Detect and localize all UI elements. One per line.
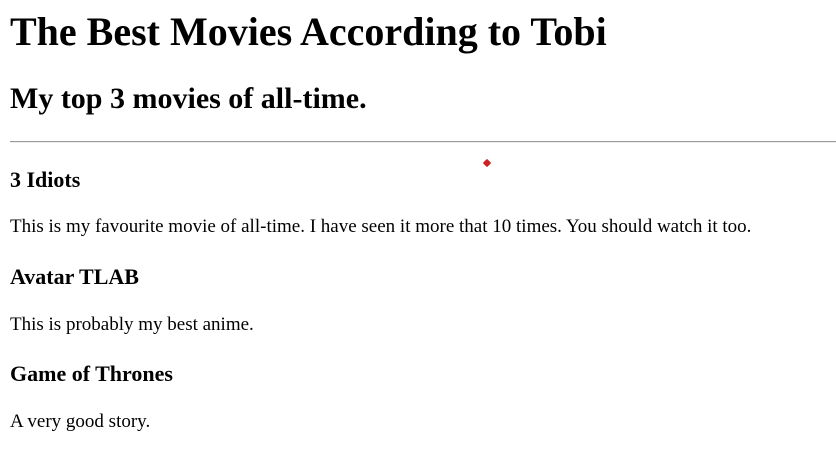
- page: The Best Movies According to Tobi My top…: [0, 0, 836, 457]
- movie-description-game-of-thrones: A very good story.: [10, 411, 151, 432]
- page-title: The Best Movies According to Tobi: [10, 9, 607, 54]
- cursor-marker-icon: [482, 158, 492, 168]
- movie-title-game-of-thrones: Game of Thrones: [10, 361, 173, 386]
- movie-title-3-idiots: 3 Idiots: [10, 167, 81, 192]
- page-subtitle: My top 3 movies of all-time.: [10, 82, 367, 115]
- horizontal-rule: [10, 141, 836, 143]
- movie-title-avatar-tlab: Avatar TLAB: [10, 264, 139, 289]
- movie-description-3-idiots: This is my favourite movie of all-time. …: [10, 216, 752, 237]
- movie-description-avatar-tlab: This is probably my best anime.: [10, 314, 254, 335]
